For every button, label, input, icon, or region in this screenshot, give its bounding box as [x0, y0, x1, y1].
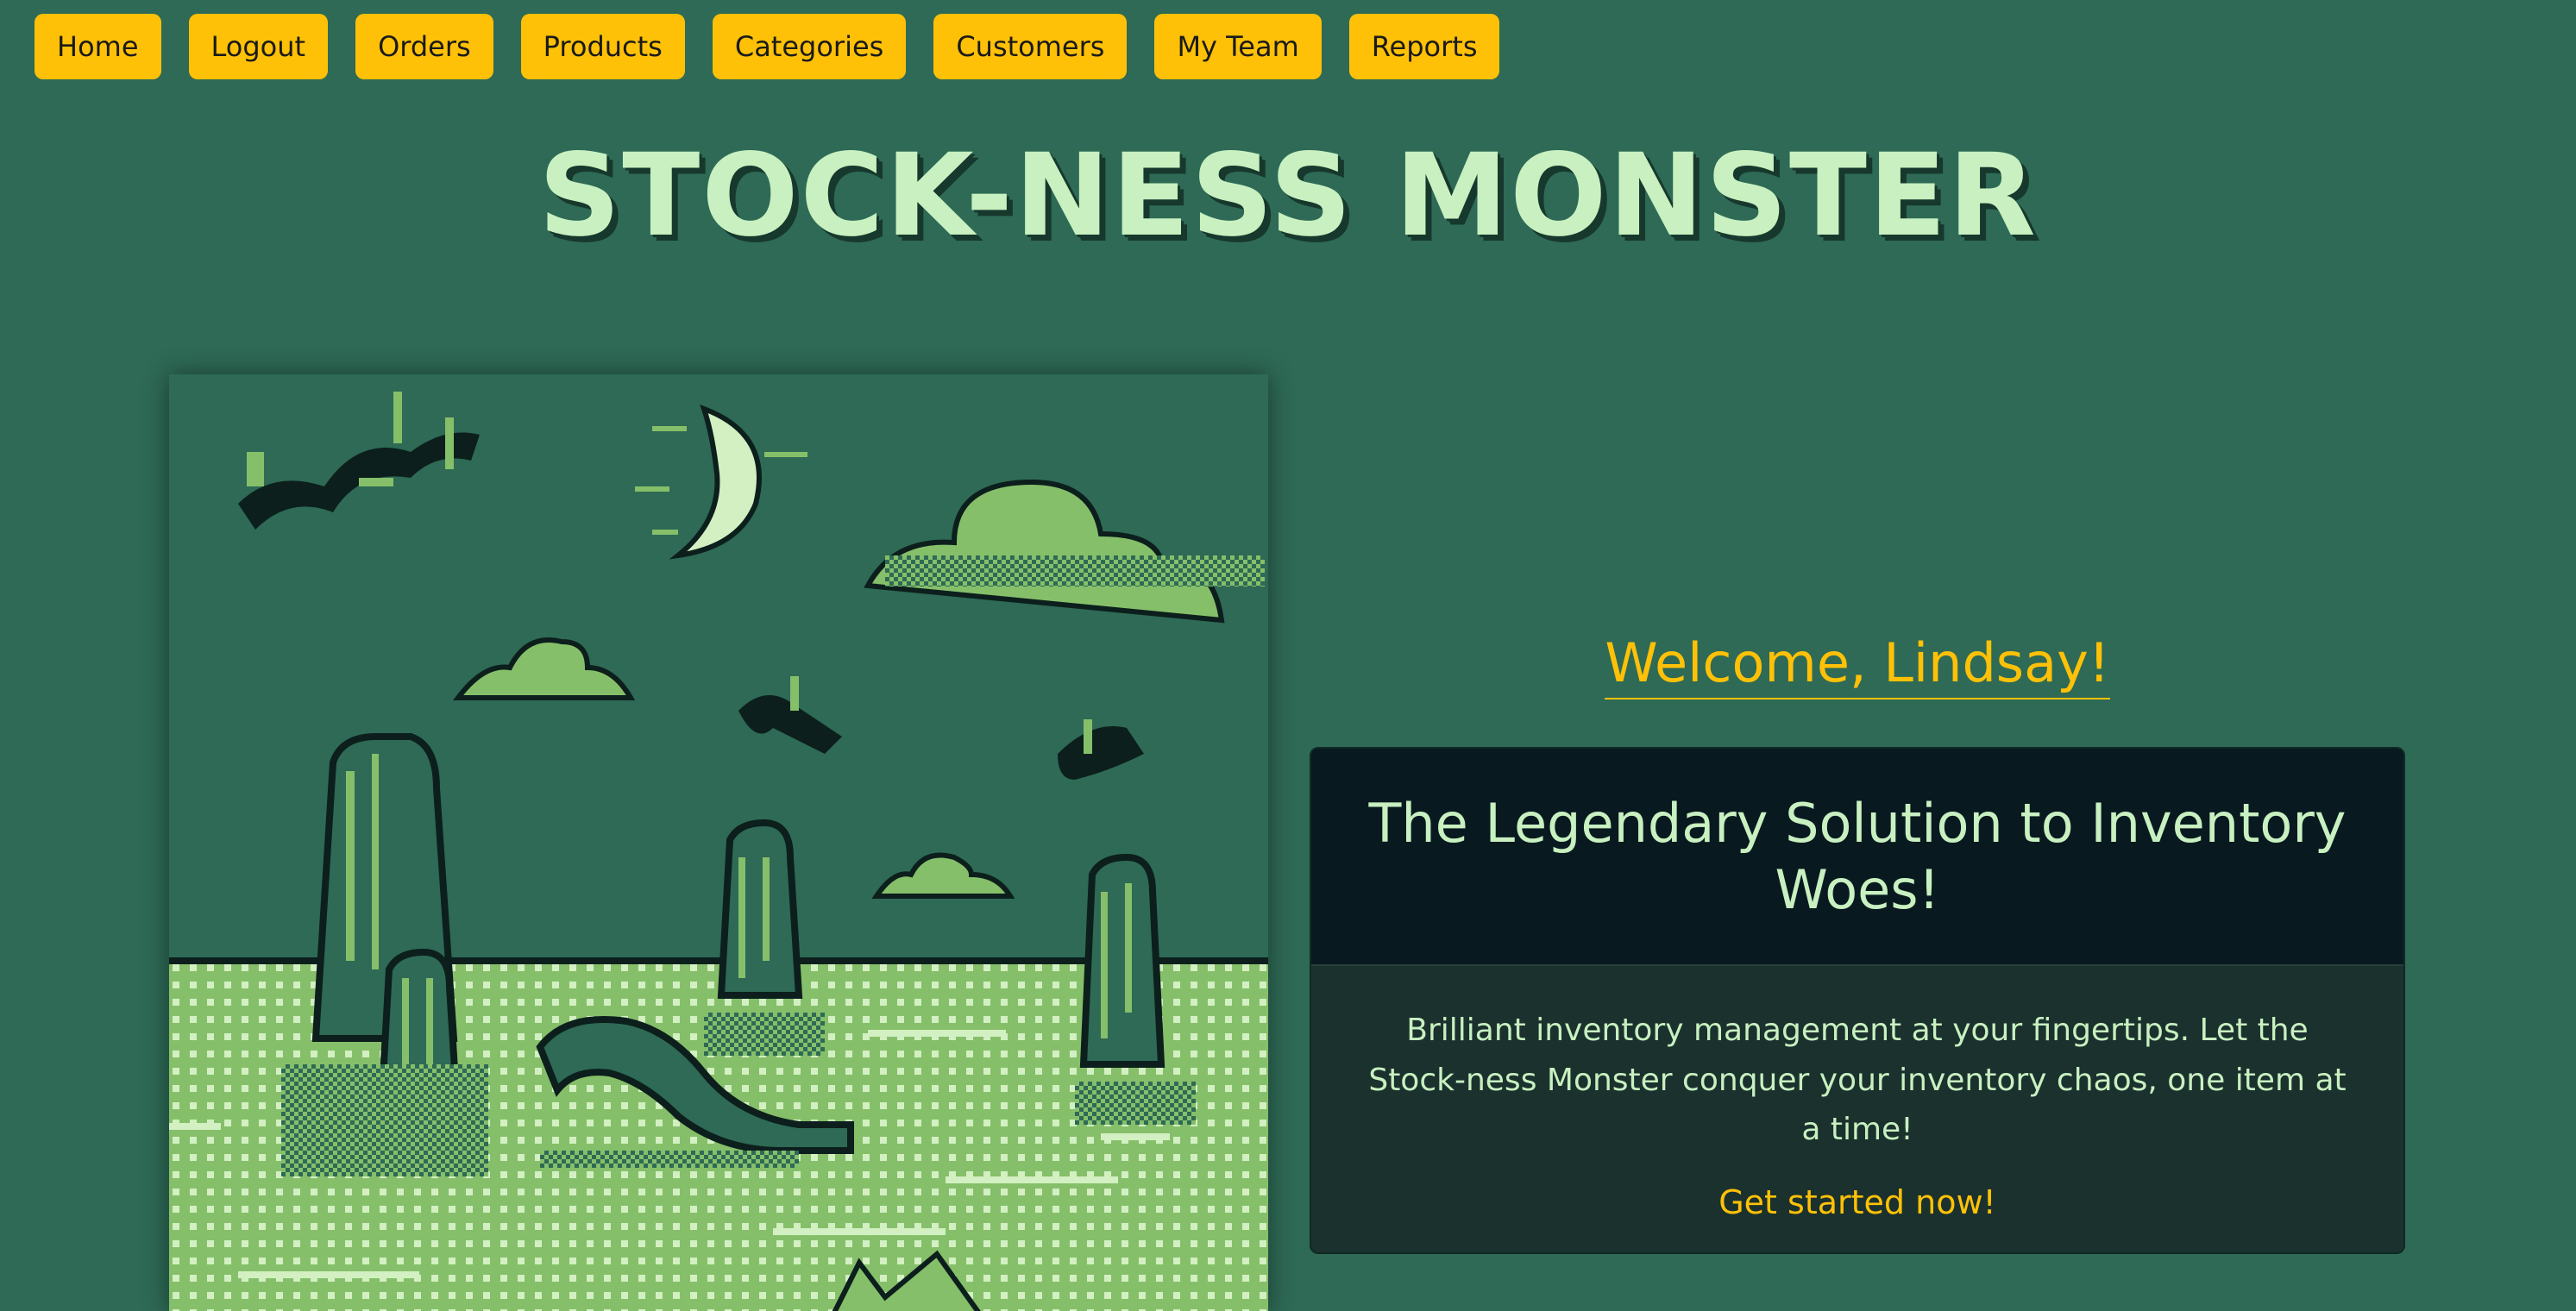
page-title: STOCK-NESS MONSTER	[538, 129, 2038, 262]
intro-card: The Legendary Solution to Inventory Woes…	[1310, 747, 2405, 1254]
get-started-link[interactable]: Get started now!	[1311, 1183, 2403, 1221]
nav-reports-button[interactable]: Reports	[1348, 14, 1500, 79]
nav-categories-button[interactable]: Categories	[712, 14, 907, 79]
main-nav: Home Logout Orders Products Categories C…	[35, 14, 1500, 79]
nav-products-button[interactable]: Products	[520, 14, 685, 79]
card-body-text: Brilliant inventory management at your f…	[1368, 1013, 2347, 1148]
nav-my-team-button[interactable]: My Team	[1154, 14, 1322, 79]
nav-orders-button[interactable]: Orders	[355, 14, 493, 79]
nav-home-button[interactable]: Home	[35, 14, 161, 79]
nav-customers-button[interactable]: Customers	[933, 14, 1128, 79]
nav-logout-button[interactable]: Logout	[188, 14, 329, 79]
welcome-heading: Welcome, Lindsay!	[1310, 631, 2405, 699]
card-heading: The Legendary Solution to Inventory Woes…	[1311, 749, 2403, 966]
welcome-text: Welcome, Lindsay!	[1605, 631, 2110, 699]
loch-ness-pixel-art-image	[169, 374, 1268, 1311]
